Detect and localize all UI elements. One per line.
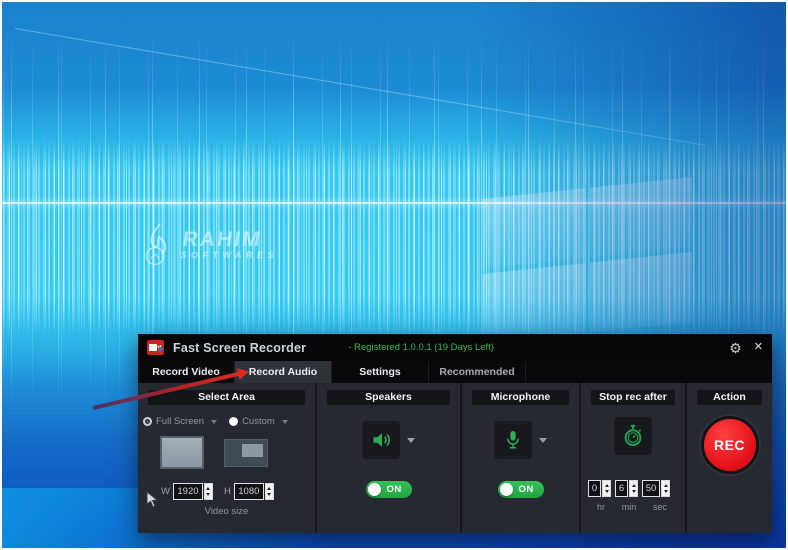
toggle-knob — [367, 483, 381, 496]
speakers-toggle[interactable]: ON — [365, 481, 412, 498]
speaker-icon — [373, 433, 390, 447]
watermark-subtitle: SOFTWARES — [179, 250, 279, 260]
seconds-label: sec — [652, 502, 667, 512]
titlebar[interactable]: Fast Screen Recorder - Registered 1.0.0.… — [138, 334, 772, 361]
minutes-input[interactable]: 6 — [615, 480, 628, 497]
microphone-toggle-label: ON — [518, 484, 534, 495]
height-label: H — [223, 486, 231, 497]
height-input[interactable]: 1080 — [233, 483, 264, 500]
custom-radio[interactable] — [229, 417, 239, 426]
width-label: W — [161, 486, 170, 497]
full-screen-preview — [160, 436, 204, 469]
height-spinner[interactable] — [264, 483, 274, 500]
video-size-label: Video size — [204, 506, 249, 517]
custom-region — [242, 444, 263, 457]
width-spinner[interactable] — [203, 483, 213, 500]
speakers-header: Speakers — [327, 390, 450, 405]
microphone-device-button[interactable] — [494, 421, 532, 459]
speakers-toggle-label: ON — [386, 484, 402, 495]
microphone-toggle[interactable]: ON — [497, 481, 544, 498]
timer-button[interactable] — [614, 417, 652, 455]
tab-record-audio[interactable]: Record Audio — [235, 361, 332, 383]
section-select-area: Select Area Full Screen Custom W 1920 H … — [138, 383, 315, 533]
stop-rec-after-header: Stop rec after — [591, 390, 675, 405]
seconds-input[interactable]: 50 — [642, 480, 660, 497]
desktop: RAHIM SOFTWARES Fast Screen Recorder - R… — [0, 0, 788, 550]
tab-record-video[interactable]: Record Video — [138, 361, 235, 383]
action-header: Action — [697, 390, 762, 405]
watermark-name: RAHIM — [181, 228, 264, 251]
section-microphone: Microphone ON — [462, 383, 579, 533]
tab-settings[interactable]: Settings — [332, 361, 429, 383]
hours-label: hr — [596, 502, 605, 512]
microphone-header: Microphone — [472, 390, 569, 405]
rec-button[interactable]: REC — [700, 416, 759, 474]
close-icon[interactable]: ✕ — [754, 342, 763, 353]
toggle-knob — [499, 483, 513, 496]
full-screen-label: Full Screen — [156, 416, 205, 427]
settings-gear-icon[interactable]: ⚙ — [729, 341, 742, 355]
tab-recommended[interactable]: Recommended — [429, 361, 526, 383]
stopwatch-icon — [624, 424, 642, 446]
section-action: Action REC — [687, 383, 772, 533]
section-speakers: Speakers ON — [317, 383, 460, 533]
microphone-dropdown-icon[interactable] — [539, 437, 547, 443]
width-input[interactable]: 1920 — [172, 483, 203, 500]
speaker-device-button[interactable] — [362, 421, 400, 459]
seconds-spinner[interactable] — [661, 480, 670, 497]
app-icon — [147, 340, 164, 355]
minutes-label: min — [621, 502, 637, 512]
window-title: Fast Screen Recorder — [173, 340, 307, 355]
hours-input[interactable]: 0 — [588, 480, 601, 497]
minutes-spinner[interactable] — [629, 480, 638, 497]
watermark: RAHIM SOFTWARES — [140, 222, 280, 268]
select-area-header: Select Area — [148, 390, 305, 405]
window-content: Select Area Full Screen Custom W 1920 H … — [138, 383, 772, 533]
custom-label: Custom — [242, 416, 275, 427]
full-screen-dropdown-icon[interactable] — [211, 419, 218, 424]
flame-icon — [145, 223, 167, 266]
fast-screen-recorder-window: Fast Screen Recorder - Registered 1.0.0.… — [138, 334, 772, 533]
section-stop-rec-after: Stop rec after 0 6 50 hr min sec — [581, 383, 685, 533]
microphone-icon — [507, 431, 519, 449]
custom-dropdown-icon[interactable] — [281, 419, 288, 424]
hours-spinner[interactable] — [602, 480, 611, 497]
full-screen-radio[interactable] — [143, 417, 152, 426]
registration-status: - Registered 1.0.0.1 (19 Days Left) — [348, 342, 494, 353]
custom-area-preview — [224, 439, 268, 467]
speaker-dropdown-icon[interactable] — [407, 437, 415, 443]
